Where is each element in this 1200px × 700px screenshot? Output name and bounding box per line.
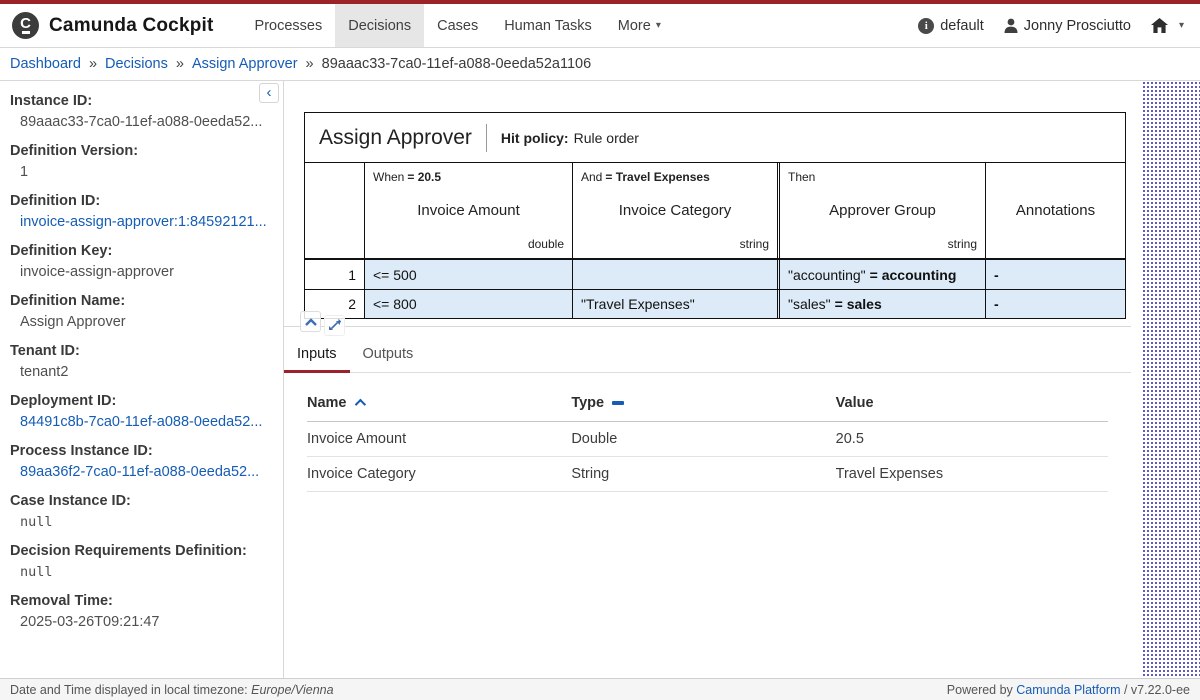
field-tenant-id: Tenant ID: tenant2 bbox=[10, 343, 269, 380]
rule-output-cell: "accounting"= accounting bbox=[780, 260, 986, 289]
field-deployment-id: Deployment ID: 84491c8b-7ca0-11ef-a088-0… bbox=[10, 393, 269, 430]
dmn-title-row: Assign Approver Hit policy: Rule order bbox=[305, 113, 1125, 163]
cell-type: String bbox=[571, 457, 835, 492]
user-icon bbox=[1004, 18, 1018, 33]
hit-policy-label: Hit policy: bbox=[501, 130, 569, 146]
main-panel: Assign Approver Hit policy: Rule order W… bbox=[284, 81, 1131, 678]
rule-input-cell: <= 800 bbox=[365, 290, 573, 318]
breadcrumb-current-instance: 89aaac33-7ca0-11ef-a088-0eeda52a1106 bbox=[322, 56, 592, 72]
field-removal-time: Removal Time: 2025-03-26T09:21:47 bbox=[10, 593, 269, 630]
cell-name: Invoice Category bbox=[307, 457, 571, 492]
field-case-instance-id: Case Instance ID: null bbox=[10, 493, 269, 530]
chevron-down-icon: ▾ bbox=[656, 20, 661, 31]
resize-table-button[interactable] bbox=[324, 315, 345, 336]
field-instance-id: Instance ID: 89aaac33-7ca0-11ef-a088-0ee… bbox=[10, 93, 269, 130]
camunda-logo-icon: C bbox=[12, 12, 39, 39]
tab-outputs[interactable]: Outputs bbox=[350, 340, 427, 373]
tab-inputs[interactable]: Inputs bbox=[284, 340, 350, 373]
column-header-type[interactable]: Type bbox=[571, 385, 835, 422]
dmn-header-row: When= 20.5 Invoice Amount double And= Tr… bbox=[305, 163, 1125, 260]
info-icon: i bbox=[918, 18, 934, 34]
dmn-decision-table: Assign Approver Hit policy: Rule order W… bbox=[304, 112, 1126, 319]
divider bbox=[486, 124, 487, 152]
breadcrumb-separator: » bbox=[176, 56, 184, 72]
dotted-pattern-strip bbox=[1142, 81, 1200, 678]
field-definition-key: Definition Key: invoice-assign-approver bbox=[10, 243, 269, 280]
chevron-down-icon: ▾ bbox=[1179, 20, 1184, 31]
hit-policy-value: Rule order bbox=[574, 130, 639, 146]
column-header-name[interactable]: Name bbox=[307, 385, 571, 422]
breadcrumb-decisions[interactable]: Decisions bbox=[105, 56, 168, 72]
io-tabs-pane: Inputs Outputs Name Type Value bbox=[284, 327, 1131, 678]
input-row-invoice-category: Invoice Category String Travel Expenses bbox=[307, 457, 1108, 492]
collapse-table-button[interactable] bbox=[300, 311, 321, 332]
io-tabbar: Inputs Outputs bbox=[284, 327, 1131, 373]
rule-annotation-cell: - bbox=[986, 260, 1125, 289]
camunda-platform-link[interactable]: Camunda Platform bbox=[1016, 683, 1120, 697]
definition-id-link[interactable]: invoice-assign-approver:1:84592121... bbox=[10, 214, 269, 230]
version-note: Powered by Camunda Platform / v7.22.0-ee bbox=[947, 683, 1190, 697]
breadcrumb-dashboard[interactable]: Dashboard bbox=[10, 56, 81, 72]
dmn-input-column-invoice-category: And= Travel Expenses Invoice Category st… bbox=[573, 163, 780, 258]
sort-ascending-icon bbox=[354, 399, 365, 410]
nav-item-decisions[interactable]: Decisions bbox=[335, 4, 424, 47]
nav-item-cases[interactable]: Cases bbox=[424, 4, 491, 47]
decision-table-pane: Assign Approver Hit policy: Rule order W… bbox=[284, 81, 1131, 327]
footer: Date and Time displayed in local timezon… bbox=[0, 678, 1200, 700]
dmn-annotations-column: Annotations bbox=[986, 163, 1125, 258]
input-row-invoice-amount: Invoice Amount Double 20.5 bbox=[307, 422, 1108, 457]
dmn-input-column-invoice-amount: When= 20.5 Invoice Amount double bbox=[365, 163, 573, 258]
dmn-corner-cell bbox=[305, 163, 365, 258]
field-definition-name: Definition Name: Assign Approver bbox=[10, 293, 269, 330]
nav-item-more[interactable]: More ▾ bbox=[605, 4, 674, 47]
sort-none-icon bbox=[612, 401, 624, 405]
breadcrumb-separator: » bbox=[306, 56, 314, 72]
sidebar-collapse-button[interactable]: ‹ bbox=[259, 83, 279, 103]
rule-input-cell bbox=[573, 260, 780, 289]
timezone-note: Date and Time displayed in local timezon… bbox=[10, 683, 334, 697]
user-menu[interactable]: Jonny Prosciutto bbox=[1004, 18, 1131, 34]
rule-number: 1 bbox=[305, 260, 365, 289]
main-nav: Processes Decisions Cases Human Tasks Mo… bbox=[242, 4, 674, 47]
breadcrumb-decision-definition[interactable]: Assign Approver bbox=[192, 56, 298, 72]
cell-value: 20.5 bbox=[836, 422, 1108, 457]
home-menu[interactable]: ▾ bbox=[1151, 18, 1184, 33]
breadcrumb-separator: » bbox=[89, 56, 97, 72]
cell-value: Travel Expenses bbox=[836, 457, 1108, 492]
field-definition-id: Definition ID: invoice-assign-approver:1… bbox=[10, 193, 269, 230]
field-process-instance-id: Process Instance ID: 89aa36f2-7ca0-11ef-… bbox=[10, 443, 269, 480]
rule-annotation-cell: - bbox=[986, 290, 1125, 318]
deployment-id-link[interactable]: 84491c8b-7ca0-11ef-a088-0eeda52... bbox=[10, 414, 269, 430]
cell-name: Invoice Amount bbox=[307, 422, 571, 457]
dmn-output-column-approver-group: Then Approver Group string bbox=[780, 163, 986, 258]
inputs-table: Name Type Value Invoice Amount Double bbox=[307, 385, 1108, 492]
decision-table-title: Assign Approver bbox=[319, 126, 472, 150]
app-title: Camunda Cockpit bbox=[49, 15, 214, 37]
breadcrumb: Dashboard » Decisions » Assign Approver … bbox=[0, 48, 1200, 81]
dmn-rule-row-2: 2 <= 800 "Travel Expenses" "sales"= sale… bbox=[305, 289, 1125, 318]
column-header-value[interactable]: Value bbox=[836, 385, 1108, 422]
navbar: C Camunda Cockpit Processes Decisions Ca… bbox=[0, 4, 1200, 48]
brand-home-link[interactable]: C Camunda Cockpit bbox=[0, 4, 228, 47]
scroll-gutter[interactable] bbox=[1131, 81, 1142, 678]
rule-input-cell: <= 500 bbox=[365, 260, 573, 289]
dmn-rule-row-1: 1 <= 500 "accounting"= accounting - bbox=[305, 260, 1125, 289]
home-icon bbox=[1151, 18, 1168, 33]
process-instance-id-link[interactable]: 89aa36f2-7ca0-11ef-a088-0eeda52... bbox=[10, 464, 269, 480]
chevron-up-icon bbox=[305, 318, 317, 326]
navbar-right: i default Jonny Prosciutto ▾ bbox=[918, 4, 1200, 47]
nav-item-human-tasks[interactable]: Human Tasks bbox=[491, 4, 605, 47]
rule-input-cell: "Travel Expenses" bbox=[573, 290, 780, 318]
field-decision-requirements-definition: Decision Requirements Definition: null bbox=[10, 543, 269, 580]
field-definition-version: Definition Version: 1 bbox=[10, 143, 269, 180]
instance-details-sidebar: ‹ Instance ID: 89aaac33-7ca0-11ef-a088-0… bbox=[0, 81, 284, 678]
cell-type: Double bbox=[571, 422, 835, 457]
expand-diagonal-icon bbox=[328, 319, 341, 332]
rule-output-cell: "sales"= sales bbox=[780, 290, 986, 318]
nav-item-processes[interactable]: Processes bbox=[242, 4, 336, 47]
engine-select[interactable]: i default bbox=[918, 18, 984, 34]
